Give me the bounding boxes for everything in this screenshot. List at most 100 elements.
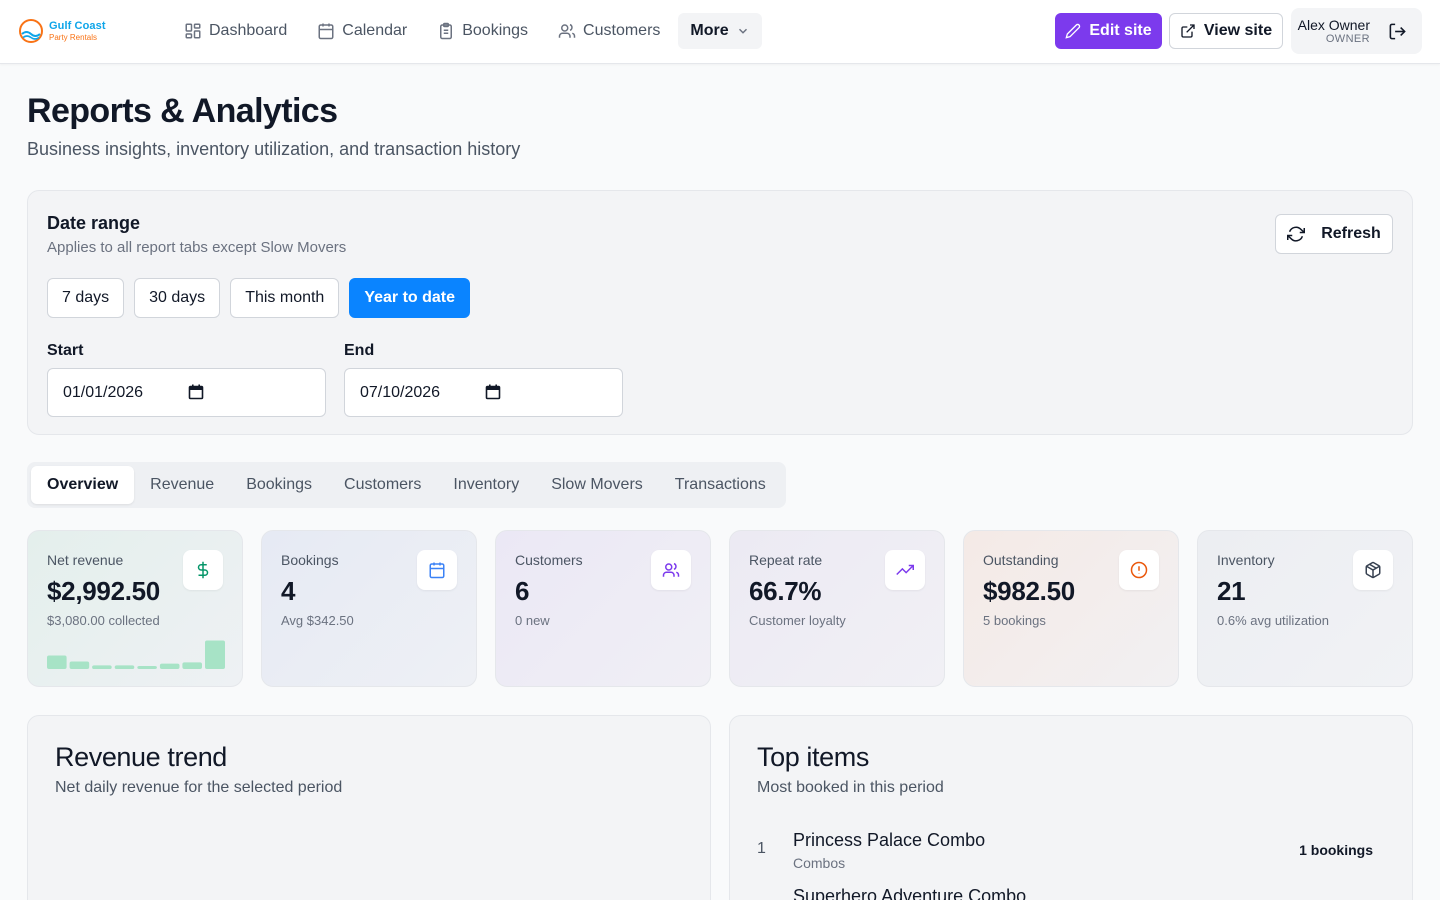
- stat-value: 66.7%: [749, 576, 822, 606]
- tab-overview[interactable]: Overview: [31, 466, 135, 504]
- external-link-icon: [1181, 24, 1195, 38]
- end-date-input[interactable]: 07/10/2026: [344, 368, 623, 417]
- nav-customers-label: Customers: [583, 22, 661, 39]
- sparkline-bar: [137, 666, 157, 669]
- user-role: OWNER: [1325, 33, 1370, 45]
- view-site-button[interactable]: View site: [1169, 13, 1283, 49]
- net-revenue-sparkline: [47, 640, 225, 669]
- nav-calendar-label: Calendar: [342, 22, 408, 39]
- users-icon: [558, 23, 576, 38]
- nav-dashboard-label: Dashboard: [209, 22, 288, 39]
- page-title: Reports & Analytics: [27, 92, 338, 130]
- page-subtitle: Business insights, inventory utilization…: [27, 139, 521, 159]
- nav-bookings[interactable]: Bookings: [425, 13, 540, 49]
- stat-label: Customers: [515, 552, 583, 568]
- pencil-icon: [1065, 23, 1081, 39]
- tab-customers[interactable]: Customers: [328, 466, 437, 504]
- sparkline-bar: [92, 665, 112, 669]
- logout-icon[interactable]: [1388, 22, 1407, 41]
- dashboard-icon: [185, 23, 201, 39]
- brand-logo[interactable]: Gulf Coast Party Rentals: [18, 18, 106, 44]
- date-range-card: Date range Applies to all report tabs ex…: [27, 190, 1413, 435]
- top-items-panel: Top items Most booked in this period 1 P…: [729, 715, 1413, 900]
- preset-year-to-date[interactable]: Year to date: [349, 278, 471, 318]
- nav-dashboard[interactable]: Dashboard: [172, 13, 299, 49]
- stat-note: $3,080.00 collected: [47, 613, 160, 628]
- revenue-trend-panel: Revenue trend Net daily revenue for the …: [27, 715, 711, 900]
- calendar-picker-icon[interactable]: [188, 384, 204, 400]
- top-navigation-bar: Gulf Coast Party Rentals Dashboard Calen…: [0, 0, 1440, 64]
- sparkline-bar: [205, 640, 225, 669]
- nav-bookings-label: Bookings: [462, 22, 529, 39]
- stat-icon-box: [183, 550, 223, 590]
- tab-revenue[interactable]: Revenue: [134, 466, 230, 504]
- user-name: Alex Owner: [1297, 17, 1370, 33]
- stat-value: $2,992.50: [47, 576, 160, 606]
- preset-this-month[interactable]: This month: [230, 278, 340, 318]
- stat-card-outstanding: Outstanding $982.50 5 bookings: [963, 530, 1179, 687]
- stat-card-net-revenue: Net revenue $2,992.50 $3,080.00 collecte…: [27, 530, 243, 687]
- tab-bookings[interactable]: Bookings: [230, 466, 328, 504]
- chevron-down-icon: [738, 28, 747, 34]
- start-label: Start: [47, 342, 84, 359]
- calendar-icon: [318, 23, 334, 40]
- stat-note: 0.6% avg utilization: [1217, 613, 1330, 628]
- stat-card-inventory: Inventory 21 0.6% avg utilization: [1197, 530, 1413, 687]
- stat-value: 4: [281, 576, 296, 606]
- dollar-icon: [197, 561, 209, 579]
- item-category: Combos: [793, 855, 846, 871]
- tab-slow-movers[interactable]: Slow Movers: [535, 466, 659, 504]
- revenue-trend-title: Revenue trend: [55, 742, 227, 772]
- item-name: Superhero Adventure Combo: [793, 886, 1027, 900]
- refresh-button[interactable]: Refresh: [1275, 214, 1393, 254]
- stat-label: Bookings: [281, 552, 339, 568]
- sparkline-bar: [69, 661, 90, 669]
- date-range-subtitle: Applies to all report tabs except Slow M…: [47, 239, 347, 256]
- report-tabs: Overview Revenue Bookings Customers Inve…: [27, 462, 786, 508]
- stat-note: 5 bookings: [983, 613, 1046, 628]
- nav-customers[interactable]: Customers: [546, 13, 672, 49]
- sparkline-bar: [182, 662, 202, 669]
- stat-icon-box: [885, 550, 925, 590]
- date-range-title: Date range: [47, 213, 141, 233]
- calendar-picker-icon[interactable]: [485, 384, 501, 400]
- top-items-title: Top items: [757, 742, 869, 772]
- refresh-label: Refresh: [1321, 225, 1381, 242]
- stat-label: Net revenue: [47, 552, 124, 568]
- clipboard-icon: [440, 22, 453, 40]
- alert-circle-icon: [1130, 561, 1148, 579]
- stat-value: 21: [1217, 576, 1246, 606]
- stat-card-repeat-rate: Repeat rate 66.7% Customer loyalty: [729, 530, 945, 687]
- calendar-icon: [429, 562, 445, 579]
- user-menu[interactable]: Alex Owner OWNER: [1291, 8, 1422, 54]
- end-label: End: [344, 342, 375, 359]
- brand-subtitle: Party Rentals: [49, 32, 98, 42]
- start-date-input[interactable]: 01/01/2026: [47, 368, 326, 417]
- nav-more-dropdown[interactable]: More: [678, 13, 762, 49]
- edit-site-button[interactable]: Edit site: [1055, 13, 1162, 49]
- sparkline-bar: [159, 663, 180, 669]
- preset-7-days[interactable]: 7 days: [47, 278, 125, 318]
- tab-transactions[interactable]: Transactions: [659, 466, 782, 504]
- stat-icon-box: [1119, 550, 1159, 590]
- item-name: Princess Palace Combo: [793, 830, 986, 850]
- sparkline-bar: [47, 655, 67, 669]
- stat-note: 0 new: [515, 613, 550, 628]
- brand-title: Gulf Coast: [49, 19, 106, 32]
- users-icon: [662, 562, 680, 577]
- sun-wave-logo-icon: [19, 19, 43, 43]
- stat-label: Outstanding: [983, 552, 1059, 568]
- item-booking-count: 1 bookings: [1299, 842, 1373, 858]
- stat-value: 6: [515, 576, 530, 606]
- stat-label: Repeat rate: [749, 552, 823, 568]
- sparkline-bar: [114, 665, 135, 669]
- item-rank: 1: [757, 840, 766, 857]
- preset-30-days[interactable]: 30 days: [134, 278, 221, 318]
- refresh-icon: [1287, 226, 1306, 242]
- package-icon: [1365, 561, 1381, 579]
- stat-value: $982.50: [983, 576, 1075, 606]
- nav-calendar[interactable]: Calendar: [305, 13, 419, 49]
- stat-note: Customer loyalty: [749, 613, 846, 628]
- main-nav: Dashboard Calendar Bookings Customers Mo…: [172, 13, 762, 49]
- tab-inventory[interactable]: Inventory: [437, 466, 535, 504]
